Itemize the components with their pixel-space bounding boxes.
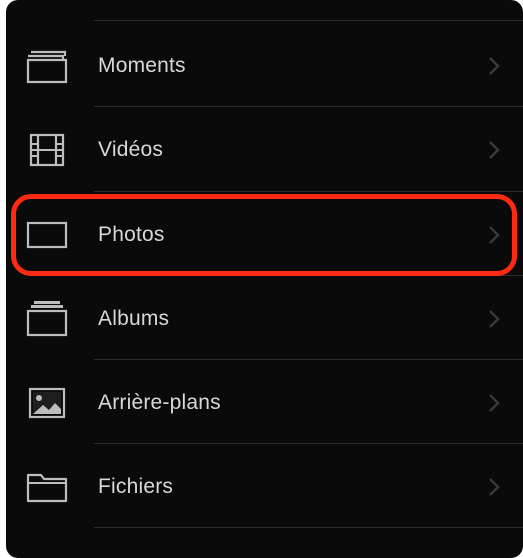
menu-item-label: Fichiers: [98, 475, 174, 498]
film-icon: [24, 127, 70, 173]
albums-icon: [24, 296, 70, 342]
menu-item-label: Moments: [98, 54, 186, 77]
divider: [94, 527, 523, 528]
chevron-right-icon: [489, 57, 500, 75]
chevron-right-icon: [489, 310, 500, 328]
menu-item-videos[interactable]: Vidéos: [6, 108, 523, 192]
chevron-right-icon: [489, 394, 500, 412]
wallpaper-icon: [24, 380, 70, 426]
chevron-right-icon: [489, 141, 500, 159]
menu-item-photos[interactable]: Photos: [6, 193, 523, 277]
menu-item-label: Vidéos: [98, 138, 164, 161]
menu-item-wallpapers[interactable]: Arrière-plans: [6, 361, 523, 445]
chevron-right-icon: [489, 226, 500, 244]
chevron-right-icon: [489, 478, 500, 496]
divider: [94, 275, 523, 276]
divider: [94, 20, 523, 21]
photo-frame-icon: [24, 212, 70, 258]
divider: [94, 443, 523, 444]
menu-item-label: Albums: [98, 307, 170, 330]
divider: [94, 191, 523, 192]
moments-icon: [24, 43, 70, 89]
menu-item-files[interactable]: Fichiers: [6, 445, 523, 529]
folder-icon: [24, 464, 70, 510]
menu-item-moments[interactable]: Moments: [6, 24, 523, 108]
divider: [94, 106, 523, 107]
menu-item-label: Arrière-plans: [98, 391, 221, 414]
menu-item-label: Photos: [98, 223, 165, 246]
settings-list: Moments Vidéos Photos Albums Arrière-pla…: [6, 0, 523, 558]
divider: [94, 359, 523, 360]
menu-item-albums[interactable]: Albums: [6, 277, 523, 361]
